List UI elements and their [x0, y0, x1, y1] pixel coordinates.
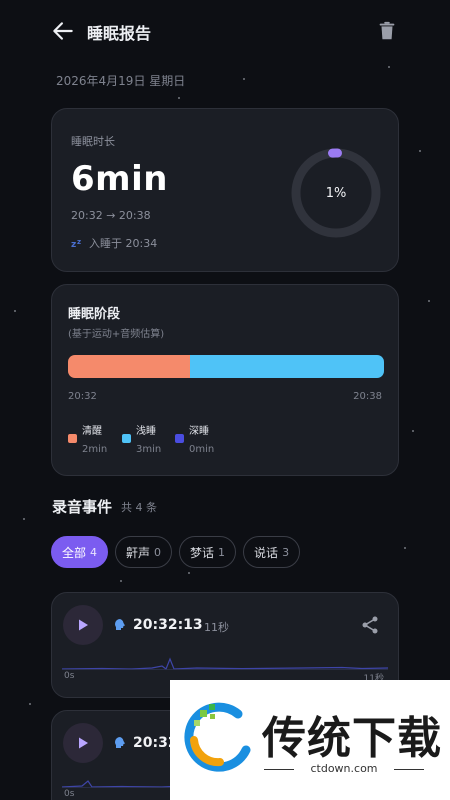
- watermark-overlay: 传统下载 ctdown.com: [170, 680, 450, 800]
- svg-text:z: z: [71, 240, 76, 249]
- play-button[interactable]: [63, 723, 103, 763]
- watermark-text: 传统下载: [262, 713, 442, 764]
- sleep-zzz-icon: z z: [71, 238, 81, 249]
- recording-duration: 11秒: [204, 621, 229, 634]
- duration-value: 6min: [71, 159, 168, 199]
- duration-label: 睡眠时长: [71, 135, 115, 148]
- legend-name: 浅睡: [136, 426, 156, 437]
- chip-label: 说话: [254, 545, 279, 560]
- trash-icon[interactable]: [376, 20, 398, 42]
- app-header: 睡眠报告: [0, 0, 450, 62]
- legend-value: 3min: [136, 444, 162, 455]
- chip-label: 鼾声: [126, 545, 151, 560]
- legend-value: 2min: [82, 444, 108, 455]
- chip-label: 梦话: [190, 545, 215, 560]
- sleep-stages-card: 睡眠阶段 (基于运动+音频估算) 20:32 20:38 清醒 2min 浅睡 …: [51, 284, 399, 476]
- chip-label: 全部: [62, 545, 87, 560]
- chip-count: 4: [90, 545, 98, 559]
- filter-chip-snore[interactable]: 鼾声 0: [115, 536, 173, 568]
- chip-count: 1: [218, 545, 226, 559]
- report-date: 2026年4月19日 星期日: [56, 74, 186, 88]
- events-count: 共 4 条: [121, 501, 157, 514]
- watermark-logo-icon: [184, 702, 251, 772]
- play-button[interactable]: [63, 605, 103, 645]
- sleep-duration-card: 睡眠时长 6min 20:32 → 20:38 z z 入睡于 20:34 1%: [51, 108, 399, 272]
- watermark-divider: [394, 769, 424, 770]
- stage-segment-light: [189, 355, 384, 378]
- audio-waveform: [62, 657, 388, 670]
- asleep-time: z z 入睡于 20:34: [71, 235, 157, 251]
- chip-count: 0: [154, 545, 162, 559]
- stage-segment-awake: [68, 355, 190, 378]
- legend-swatch: [175, 434, 184, 443]
- stages-end-time: 20:38: [353, 391, 382, 402]
- stages-start-time: 20:32: [68, 391, 97, 402]
- event-filter-chips: 全部 4 鼾声 0 梦话 1 说话 3: [51, 536, 301, 568]
- asleep-text: 入睡于 20:34: [89, 237, 158, 250]
- share-icon[interactable]: [360, 615, 380, 635]
- stages-bar: [68, 355, 384, 378]
- filter-chip-sleeptalk[interactable]: 梦话 1: [179, 536, 237, 568]
- chip-count: 3: [282, 545, 290, 559]
- legend-value: 0min: [189, 444, 215, 455]
- stages-title: 睡眠阶段: [68, 307, 121, 322]
- legend-swatch: [122, 434, 131, 443]
- play-icon: [79, 737, 88, 749]
- filter-chip-all[interactable]: 全部 4: [51, 536, 109, 568]
- legend-swatch: [68, 434, 77, 443]
- stages-subtitle: (基于运动+音频估算): [68, 329, 165, 340]
- legend-name: 清醒: [82, 426, 102, 437]
- play-icon: [79, 619, 88, 631]
- svg-text:z: z: [77, 238, 81, 246]
- filter-chip-talk[interactable]: 说话 3: [243, 536, 301, 568]
- ring-percent-label: 1%: [325, 185, 347, 201]
- time-range: 20:32 → 20:38: [71, 209, 151, 222]
- events-title: 录音事件: [52, 498, 113, 516]
- recording-time: 20:32:13: [133, 617, 203, 633]
- waveform-start-label: 0s: [64, 789, 75, 799]
- speaking-head-icon: [115, 619, 125, 630]
- page-title: 睡眠报告: [87, 24, 152, 43]
- waveform-start-label: 0s: [64, 671, 75, 681]
- legend-name: 深睡: [189, 426, 209, 437]
- speaking-head-icon: [115, 737, 125, 748]
- arrow-left-icon[interactable]: [50, 18, 76, 44]
